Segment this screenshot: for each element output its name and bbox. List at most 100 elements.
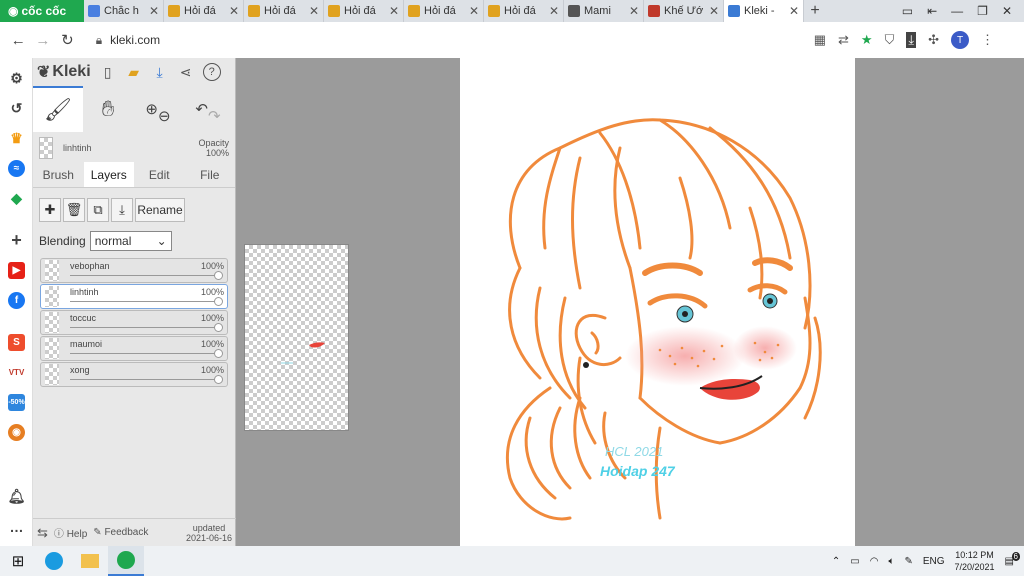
layer-item[interactable]: maumoi 100% <box>40 336 228 361</box>
back-button[interactable]: ← <box>6 32 31 49</box>
browser-tab[interactable]: Khế Ướ ✕ <box>644 0 724 22</box>
panel-tab-layers[interactable]: Layers <box>83 162 134 187</box>
shopee-icon[interactable]: S <box>8 334 25 351</box>
extensions-icon[interactable]: ✣ <box>928 32 939 48</box>
share-icon[interactable]: ⋖ <box>177 63 195 81</box>
panel-tab-brush[interactable]: Brush <box>33 162 84 187</box>
layer-opacity-slider[interactable] <box>70 349 223 358</box>
slider-knob[interactable] <box>214 297 223 306</box>
slider-knob[interactable] <box>214 271 223 280</box>
delete-layer-button[interactable]: 🗑︎ <box>63 198 85 222</box>
open-folder-icon[interactable]: ▰ <box>125 63 143 81</box>
profile-avatar[interactable]: T <box>951 31 969 49</box>
new-tab-button[interactable]: + <box>804 0 826 22</box>
slider-knob[interactable] <box>214 323 223 332</box>
close-tab-icon[interactable]: ✕ <box>389 4 399 18</box>
close-tab-icon[interactable]: ✕ <box>229 4 239 18</box>
blending-select[interactable]: normal ⌄ <box>89 231 172 251</box>
taskbar-edge[interactable] <box>36 546 72 576</box>
back-arrow-icon[interactable]: ⇤ <box>927 4 937 18</box>
close-tab-icon[interactable]: ✕ <box>149 4 159 18</box>
bell-icon[interactable]: 🔔︎ <box>8 488 26 505</box>
layer-item[interactable]: toccuc 100% <box>40 310 228 335</box>
brush-tool-button[interactable]: 🖌︎ <box>33 86 83 132</box>
download-icon[interactable]: ⤓ <box>906 32 917 48</box>
menu-icon[interactable]: ⋮ <box>981 32 994 48</box>
undo-icon[interactable]: ↶ <box>195 100 208 118</box>
clock[interactable]: 10:12 PM 7/20/2021 <box>955 549 995 573</box>
sale-icon[interactable]: -50% <box>8 394 25 411</box>
browser-tab[interactable]: Hỏi đá ✕ <box>404 0 484 22</box>
battery-icon[interactable]: ▭ <box>850 556 859 567</box>
help-link[interactable]: ⓘ Help <box>54 525 87 540</box>
star-icon[interactable]: ★ <box>861 32 873 48</box>
browser-brand[interactable]: ◉ cốc cốc <box>0 0 84 22</box>
browser-tab[interactable]: Hỏi đá ✕ <box>164 0 244 22</box>
new-image-icon[interactable]: ▯ <box>99 63 117 81</box>
more-icon[interactable]: … <box>8 518 25 535</box>
duplicate-layer-button[interactable]: ⧉ <box>87 198 109 222</box>
wifi-icon[interactable]: ◠ <box>870 556 879 567</box>
volume-icon[interactable]: 🔈︎ <box>888 556 894 567</box>
taskbar-explorer[interactable] <box>72 546 108 576</box>
hand-tool-button[interactable]: ✋︎ <box>83 86 133 132</box>
crown-icon[interactable]: ♛ <box>8 130 25 147</box>
slider-knob[interactable] <box>214 375 223 384</box>
shield-icon[interactable]: ⛉ <box>885 32 895 48</box>
rename-button[interactable]: Rename <box>135 198 185 222</box>
drawing-canvas[interactable]: HCL 2021 Hoidap 247 <box>460 58 855 546</box>
browser-tab[interactable]: Chắc h ✕ <box>84 0 164 22</box>
zoom-out-icon[interactable]: ⊖ <box>158 107 171 125</box>
reload-button[interactable]: ↻ <box>55 31 80 49</box>
browser-tab[interactable]: Hỏi đá ✕ <box>244 0 324 22</box>
zoom-in-icon[interactable]: ⊕ <box>145 100 158 118</box>
feedback-link[interactable]: ✎ Feedback <box>93 527 148 538</box>
translate-icon[interactable]: ⇄ <box>838 32 849 48</box>
layer-opacity-slider[interactable] <box>70 375 223 384</box>
close-window-button[interactable]: ✕ <box>1002 4 1012 18</box>
close-tab-icon[interactable]: ✕ <box>549 4 559 18</box>
pen-icon[interactable]: ✎ <box>904 556 912 567</box>
zoom-buttons[interactable]: ⊕ ⊖ <box>133 86 183 132</box>
layer-opacity-slider[interactable] <box>70 297 223 306</box>
merge-layer-button[interactable]: ⤓ <box>111 198 133 222</box>
tab-search-icon[interactable]: ▭ <box>902 4 913 18</box>
coccoc-game-icon[interactable]: ◉ <box>8 424 25 441</box>
forward-button[interactable]: → <box>31 32 56 49</box>
close-tab-icon[interactable]: ✕ <box>309 4 319 18</box>
vtv-icon[interactable]: VTV <box>8 364 25 381</box>
slider-knob[interactable] <box>214 349 223 358</box>
browser-tab[interactable]: Kleki - ✕ <box>724 0 804 22</box>
browser-tab[interactable]: Hỏi đá ✕ <box>324 0 404 22</box>
url-field[interactable]: 🔒︎ kleki.com <box>96 27 814 53</box>
save-download-icon[interactable]: ⤓ <box>151 63 169 81</box>
layer-item[interactable]: xong 100% <box>40 362 228 387</box>
panel-tab-file[interactable]: File <box>185 162 236 187</box>
messenger-icon[interactable]: ≈ <box>8 160 25 177</box>
add-icon[interactable]: + <box>8 230 25 250</box>
close-tab-icon[interactable]: ✕ <box>629 4 639 18</box>
youtube-icon[interactable]: ▶ <box>8 262 25 279</box>
browser-tab[interactable]: Hỏi đá ✕ <box>484 0 564 22</box>
layer-item[interactable]: linhtinh 100% <box>40 284 228 309</box>
notification-button[interactable]: ▤ 6 <box>1005 551 1020 567</box>
layer-item[interactable]: vebophan 100% <box>40 258 228 283</box>
language-indicator[interactable]: ENG <box>923 556 945 567</box>
minimize-button[interactable]: — <box>951 4 963 18</box>
start-button[interactable]: ⊞ <box>0 546 36 576</box>
close-tab-icon[interactable]: ✕ <box>709 4 719 18</box>
help-circle-icon[interactable]: ? <box>202 63 221 81</box>
add-layer-button[interactable]: ✚ <box>39 198 61 222</box>
swap-side-icon[interactable]: ⇆ <box>37 525 48 541</box>
qr-icon[interactable]: ▦ <box>814 32 826 48</box>
layer-opacity-slider[interactable] <box>70 271 223 280</box>
history-icon[interactable]: ↺ <box>8 100 25 117</box>
layer-opacity-slider[interactable] <box>70 323 223 332</box>
facebook-icon[interactable]: f <box>8 292 25 309</box>
close-tab-icon[interactable]: ✕ <box>469 4 479 18</box>
panel-tab-edit[interactable]: Edit <box>134 162 185 187</box>
settings-icon[interactable]: ⚙ <box>8 70 25 87</box>
undo-redo-buttons[interactable]: ↶ ↷ <box>183 86 233 132</box>
browser-tab[interactable]: Mami ✕ <box>564 0 644 22</box>
game-icon[interactable]: ◆ <box>8 190 25 207</box>
